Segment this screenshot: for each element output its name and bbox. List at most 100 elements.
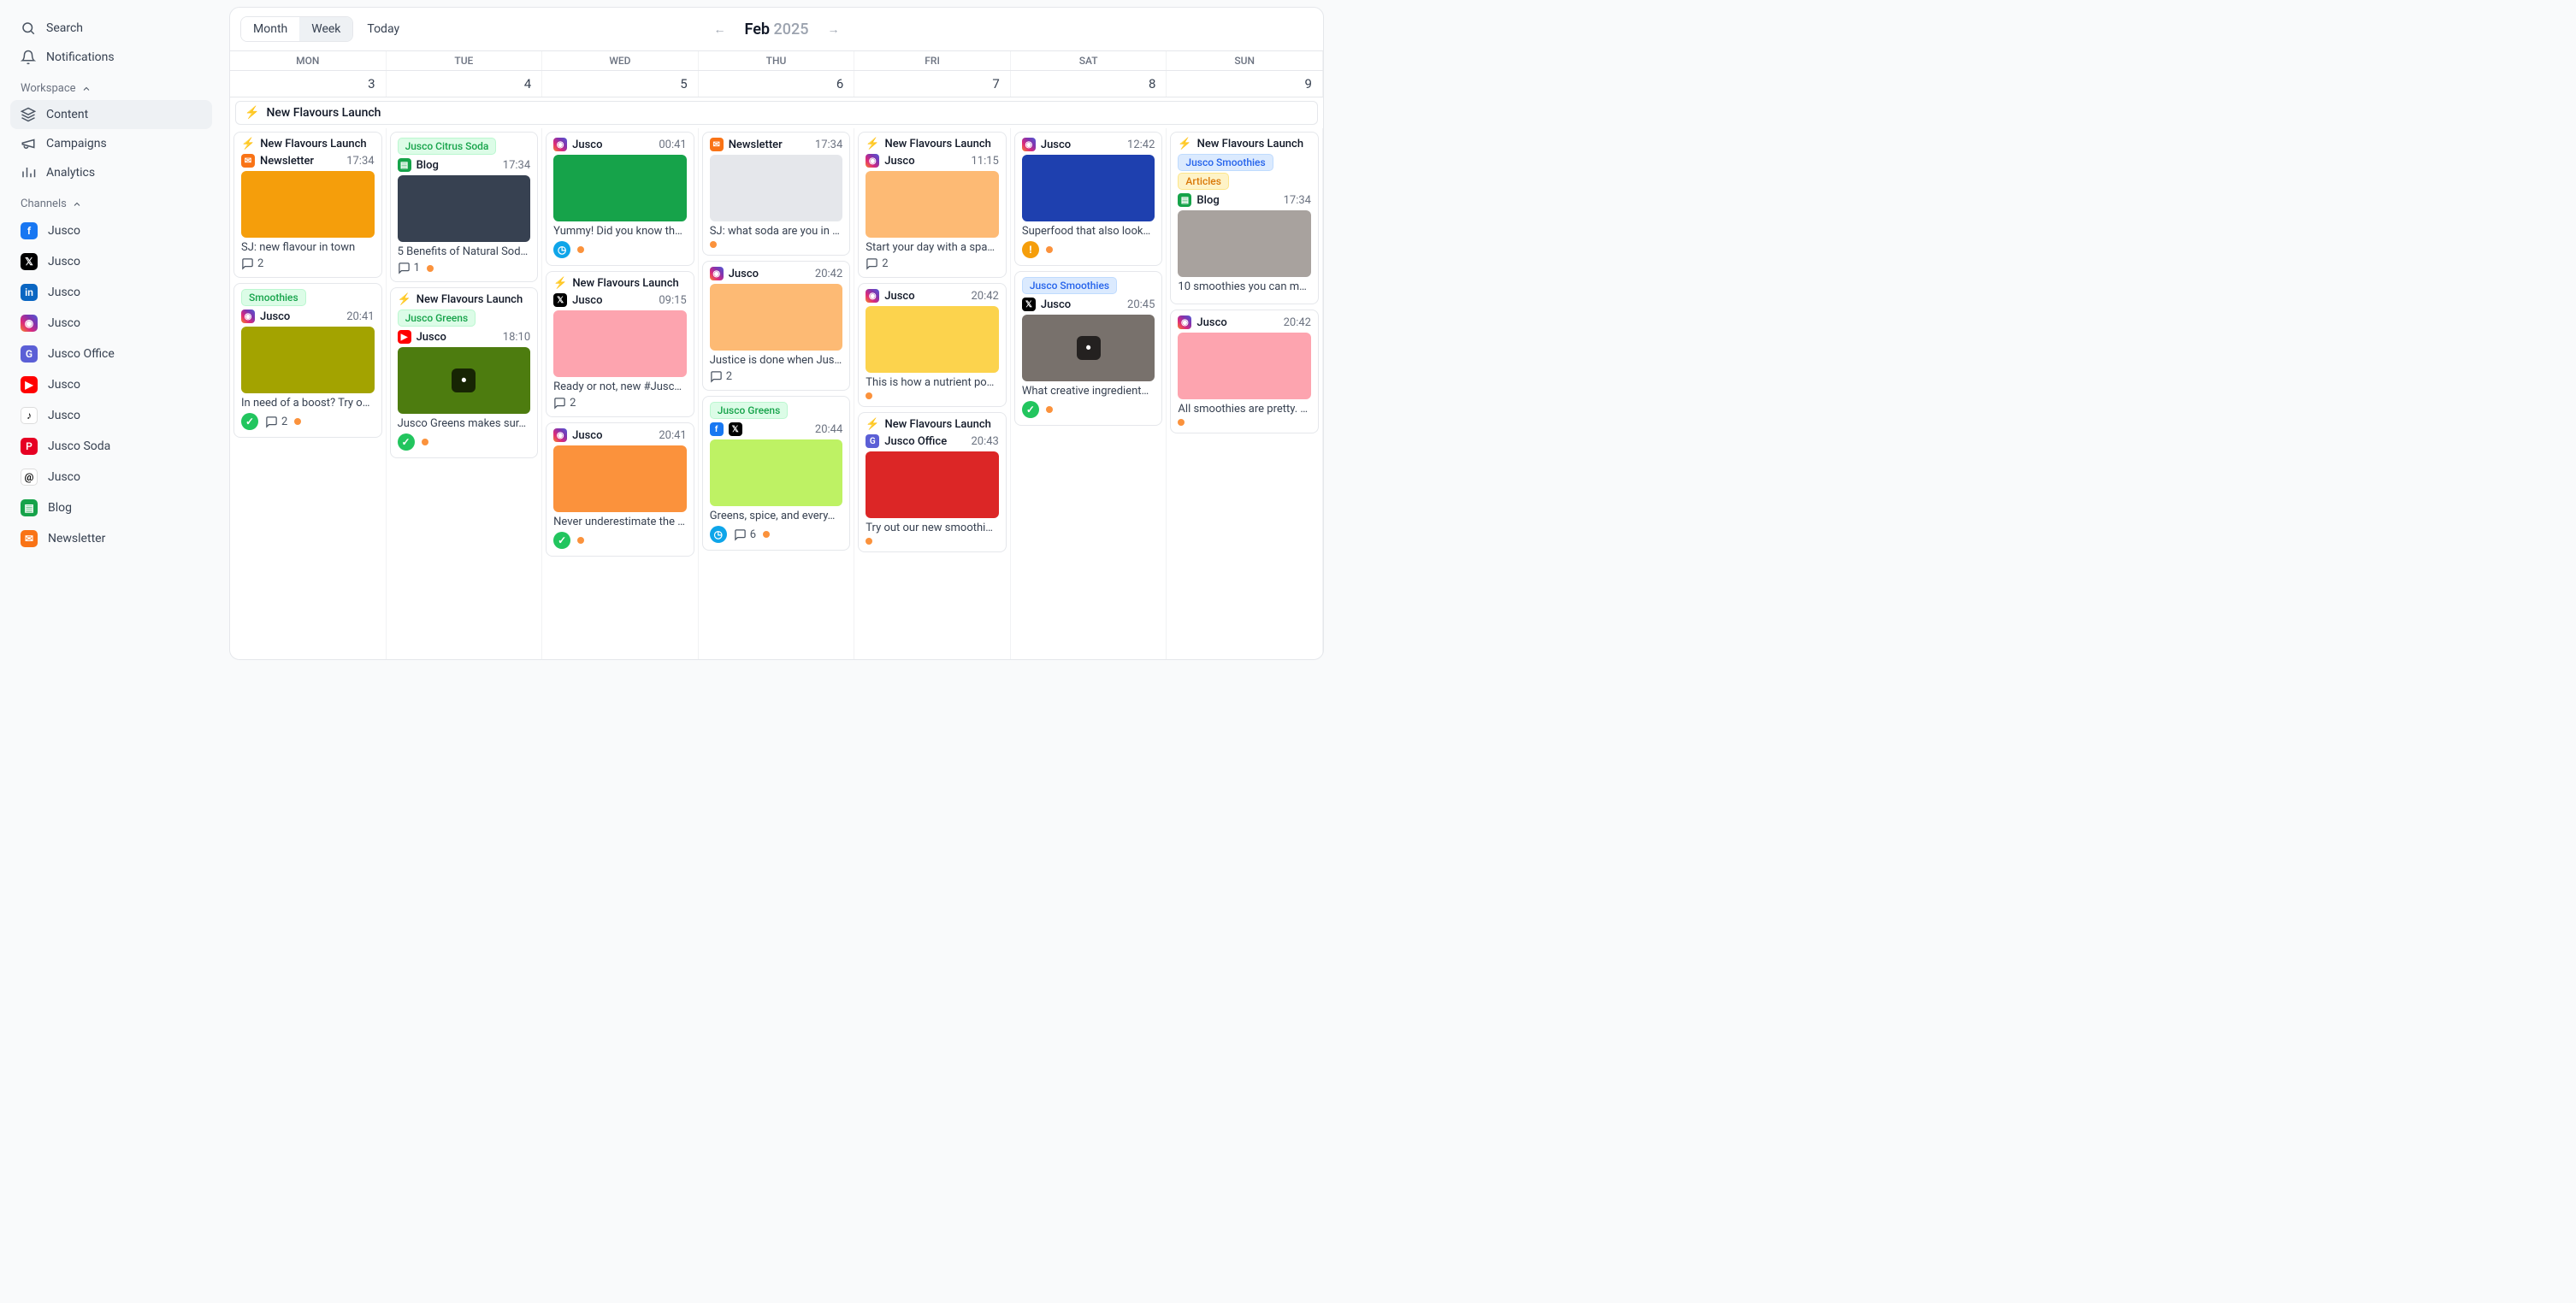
date-cell[interactable]: 8 (1011, 71, 1167, 97)
post-card[interactable]: ◉Jusco20:41Never underestimate the …✓ (546, 422, 694, 557)
post-card[interactable]: ⚡New Flavours LaunchGJusco Office20:43Tr… (858, 412, 1007, 552)
calendar-header: Month Week Today ← Feb 2025 → (230, 8, 1323, 50)
post-caption: Superfood that also look… (1022, 225, 1155, 238)
sidebar-item-label: Analytics (46, 166, 95, 180)
channel-item-bl[interactable]: ▤Blog (10, 492, 212, 523)
day-headers: MONTUEWEDTHUFRISATSUN (230, 50, 1323, 71)
post-thumbnail: ⏺ (398, 347, 531, 414)
x-icon: 𝕏 (1022, 298, 1036, 311)
channel-name: Newsletter (729, 139, 783, 151)
nl-icon: ✉ (21, 530, 38, 547)
post-card[interactable]: ⚡New Flavours Launch𝕏Jusco09:15Ready or … (546, 271, 694, 417)
channel-item-li[interactable]: inJusco (10, 277, 212, 308)
post-card[interactable]: Jusco Citrus Soda▤Blog17:345 Benefits of… (390, 132, 539, 282)
prev-arrow-icon[interactable]: ← (711, 19, 730, 40)
comment-count: 1 (398, 262, 420, 274)
layers-icon (21, 107, 36, 122)
post-card[interactable]: ◉Jusco20:42Justice is done when Jus…2 (702, 261, 851, 391)
sidebar-item-content[interactable]: Content (10, 100, 212, 129)
campaign-label: New Flavours Launch (260, 138, 366, 150)
meta-row: 2 (241, 257, 375, 270)
date-cell[interactable]: 6 (699, 71, 855, 97)
post-card[interactable]: ⚡New Flavours LaunchJusco Greens▶Jusco18… (390, 287, 539, 458)
date-cell[interactable]: 9 (1167, 71, 1323, 97)
post-thumbnail (241, 171, 375, 238)
bl-icon: ▤ (398, 158, 411, 172)
bolt-icon: ⚡ (245, 106, 259, 120)
post-thumbnail (1022, 155, 1155, 221)
channel-item-x[interactable]: 𝕏Jusco (10, 246, 212, 277)
post-card[interactable]: Smoothies◉Jusco20:41In need of a boost? … (233, 283, 382, 438)
status-badge: ◷ (710, 526, 727, 543)
post-time: 20:41 (346, 310, 374, 323)
post-time: 18:10 (503, 331, 530, 344)
sidebar-item-campaigns[interactable]: Campaigns (10, 129, 212, 158)
date-cell[interactable]: 3 (230, 71, 387, 97)
post-time: 20:43 (971, 435, 998, 448)
post-card[interactable]: ◉Jusco20:42This is how a nutrient po… (858, 283, 1007, 407)
date-cell[interactable]: 4 (387, 71, 543, 97)
post-time: 20:42 (971, 290, 998, 303)
month-label: Feb (745, 21, 771, 38)
search-item[interactable]: Search (10, 14, 212, 43)
channels-section-header[interactable]: Channels (10, 187, 212, 215)
channel-item-nl[interactable]: ✉Newsletter (10, 523, 212, 554)
channel-item-pn[interactable]: PJusco Soda (10, 431, 212, 462)
date-cell[interactable]: 7 (854, 71, 1011, 97)
calendar: Month Week Today ← Feb 2025 → MONTUEWEDT… (229, 7, 1324, 660)
channel-label: Jusco (48, 316, 80, 330)
post-card[interactable]: ◉Jusco12:42Superfood that also look…! (1014, 132, 1163, 266)
post-card[interactable]: ⚡New Flavours Launch◉Jusco11:15Start you… (858, 132, 1007, 278)
post-caption: All smoothies are pretty. … (1178, 403, 1311, 416)
view-week-button[interactable]: Week (299, 17, 352, 41)
bolt-icon: ⚡ (866, 138, 879, 150)
post-card[interactable]: ◉Jusco20:42All smoothies are pretty. … (1170, 310, 1319, 433)
post-card[interactable]: Jusco Smoothies𝕏Jusco20:45⏺What creative… (1014, 271, 1163, 426)
meta-row: 1 (398, 262, 531, 274)
channel-item-g[interactable]: GJusco Office (10, 339, 212, 369)
status-badge: ◷ (553, 241, 570, 258)
tt-icon: ♪ (21, 407, 38, 424)
post-time: 11:15 (971, 155, 998, 168)
channel-name: Jusco (572, 429, 602, 442)
post-card[interactable]: ⚡New Flavours LaunchJusco SmoothiesArtic… (1170, 132, 1319, 304)
workspace-section-header[interactable]: Workspace (10, 72, 212, 100)
channel-item-yt[interactable]: ▶Jusco (10, 369, 212, 400)
tag: Jusco Smoothies (1178, 154, 1273, 171)
post-card[interactable]: Jusco Greensf𝕏20:44Greens, spice, and ev… (702, 396, 851, 551)
channel-item-ig[interactable]: ◉Jusco (10, 308, 212, 339)
notifications-item[interactable]: Notifications (10, 43, 212, 72)
post-card[interactable]: ◉Jusco00:41Yummy! Did you know th…◷ (546, 132, 694, 266)
channel-label: Jusco (48, 470, 80, 484)
workspace-label: Workspace (21, 82, 76, 95)
post-time: 17:34 (346, 155, 374, 168)
channel-item-tt[interactable]: ♪Jusco (10, 400, 212, 431)
channel-name: Blog (1196, 194, 1219, 207)
ig-icon: ◉ (553, 428, 567, 442)
campaign-label: New Flavours Launch (884, 138, 990, 150)
comment-count: 2 (553, 397, 576, 410)
meta-row: 2 (710, 370, 843, 383)
channel-item-fb[interactable]: fJusco (10, 215, 212, 246)
channel-item-th[interactable]: @Jusco (10, 462, 212, 492)
view-month-button[interactable]: Month (241, 17, 299, 41)
next-arrow-icon[interactable]: → (824, 19, 842, 40)
month-title: Feb 2025 (745, 21, 809, 38)
sidebar-item-analytics[interactable]: Analytics (10, 158, 212, 187)
meta-row (1178, 419, 1311, 426)
date-cell[interactable]: 5 (542, 71, 699, 97)
bl-icon: ▤ (21, 499, 38, 516)
day-header: SUN (1167, 51, 1323, 70)
status-dot (294, 418, 301, 425)
post-card[interactable]: ⚡New Flavours Launch✉Newsletter17:34SJ: … (233, 132, 382, 278)
chevron-up-icon (72, 199, 82, 209)
channel-name: Blog (417, 159, 439, 172)
status-dot (1046, 246, 1053, 253)
post-time: 17:34 (815, 139, 842, 151)
channel-name: Jusco (884, 290, 914, 303)
post-card[interactable]: ✉Newsletter17:34SJ: what soda are you in… (702, 132, 851, 256)
post-caption: Justice is done when Jus… (710, 354, 843, 367)
spanning-event[interactable]: ⚡ New Flavours Launch (235, 101, 1318, 125)
today-button[interactable]: Today (363, 17, 403, 41)
post-time: 20:42 (815, 268, 842, 280)
